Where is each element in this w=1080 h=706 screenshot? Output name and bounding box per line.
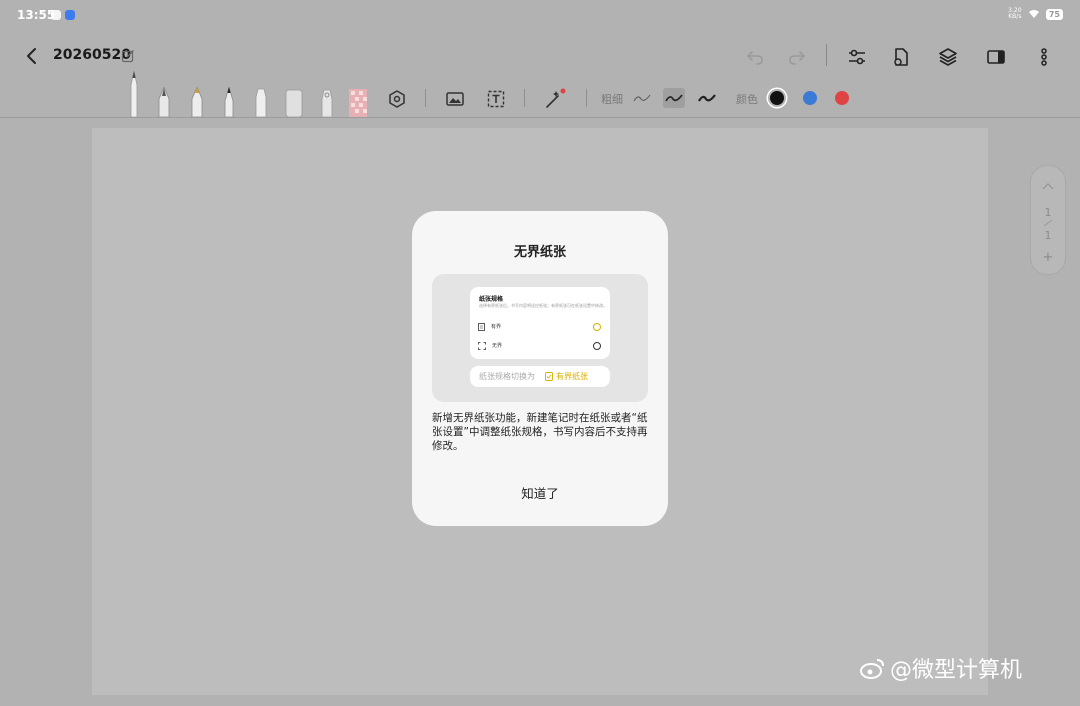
preview-paper-card: 纸张规格 选择有界纸张后，书写内容将适应纸张；有界纸张可在纸张设置中修改。 有界… [470, 287, 610, 359]
got-it-button[interactable]: 知道了 [412, 483, 668, 502]
layers-icon [939, 48, 957, 66]
sliders-icon [849, 49, 865, 65]
drawing-toolbar: 粗细 颜色 [0, 71, 1080, 118]
unselected-radio-icon [593, 342, 601, 350]
app-notification-icon [65, 10, 75, 20]
preview-option-unbounded: 无界 [478, 340, 604, 351]
thick-stroke-option[interactable] [696, 88, 718, 108]
hexagon-shape-icon [389, 90, 405, 108]
document-export-icon [894, 48, 908, 66]
more-options-button[interactable] [1031, 44, 1057, 70]
redo-button[interactable] [784, 44, 810, 70]
settings-button[interactable] [844, 44, 870, 70]
watermark-text: @微型计算机 [890, 658, 1023, 683]
battery-indicator: 75 [1045, 8, 1063, 20]
toolbar-divider [826, 44, 827, 66]
undo-button[interactable] [742, 44, 768, 70]
preview-switch-chip-label: 有界纸张 [556, 372, 588, 381]
preview-switch-bar: 纸张规格切换为 有界纸张 [470, 366, 610, 387]
export-button[interactable] [888, 44, 914, 70]
feature-preview: 纸张规格 选择有界纸张后，书写内容将适应纸张；有界纸张可在纸张设置中修改。 有界… [432, 274, 648, 402]
chevron-up-icon[interactable] [1042, 182, 1054, 190]
selected-radio-icon [593, 323, 601, 331]
sidebar-panel-icon [987, 50, 1005, 64]
note-title[interactable]: 20260520 [53, 47, 131, 63]
preview-switch-text: 纸张规格切换为 [479, 372, 535, 381]
thickness-label: 粗细 [601, 93, 623, 106]
color-swatch-black[interactable] [770, 91, 784, 105]
page-navigator: 1 1 + [1030, 165, 1066, 275]
tool-divider [524, 89, 525, 107]
medium-stroke-icon [665, 94, 683, 102]
expand-frame-icon [478, 341, 486, 350]
thin-stroke-icon [633, 94, 651, 102]
tool-divider [425, 89, 426, 107]
tool-divider [586, 89, 587, 107]
network-speed: 3.20 KB/s [1008, 7, 1022, 20]
insert-image-button[interactable] [444, 88, 466, 110]
thin-stroke-option[interactable] [631, 88, 653, 108]
wifi-icon [1028, 10, 1039, 18]
shape-tool-button[interactable] [386, 88, 408, 110]
thick-stroke-icon [698, 94, 716, 102]
preview-option-unbounded-label: 无界 [492, 343, 503, 349]
weibo-logo-icon [860, 659, 884, 679]
add-page-button[interactable]: + [1031, 250, 1065, 265]
watermark: @微型计算机 [860, 652, 1022, 684]
more-vertical-icon [1041, 48, 1047, 66]
text-box-icon [487, 90, 505, 108]
status-bar: 13:55 3.20 KB/s 75 [0, 0, 1080, 30]
fountain-pen-icon[interactable] [157, 87, 171, 117]
current-page: 1 [1044, 206, 1052, 219]
unbounded-paper-dialog: 无界纸张 纸张规格 选择有界纸张后，书写内容将适应纸张；有界纸张可在纸张设置中修… [412, 211, 668, 526]
layers-button[interactable] [935, 44, 961, 70]
back-arrow-icon[interactable] [22, 46, 42, 66]
dialog-message: 新增无界纸张功能，新建笔记时在纸张或者“纸张设置”中调整纸张规格，书写内容后不支… [432, 412, 648, 452]
preview-card-title: 纸张规格 [479, 296, 504, 303]
lasso-pen-icon[interactable] [319, 89, 335, 117]
preview-switch-chip: 有界纸张 [545, 371, 588, 382]
color-swatch-blue[interactable] [803, 91, 817, 105]
preview-card-description: 选择有界纸张后，书写内容将适应纸张；有界纸张可在纸张设置中修改。 [479, 303, 607, 308]
medium-stroke-option[interactable] [663, 88, 685, 108]
magic-wand-icon [546, 88, 566, 108]
edit-title-icon[interactable] [121, 49, 135, 63]
preview-option-bounded-label: 有界 [491, 324, 502, 330]
app-bar: 20260520 [0, 34, 1080, 80]
notification-icon [51, 10, 61, 20]
redo-icon [789, 51, 805, 65]
pencil-icon[interactable] [190, 87, 204, 117]
status-right: 3.20 KB/s 75 [1008, 8, 1063, 20]
document-icon [478, 322, 485, 331]
washi-tape-icon[interactable] [349, 89, 367, 117]
marker-icon[interactable] [254, 87, 268, 117]
undo-icon [747, 51, 763, 65]
total-pages: 1 [1044, 229, 1052, 242]
preview-option-bounded: 有界 [478, 321, 604, 332]
page-divider-slash [1043, 219, 1053, 227]
color-swatch-red[interactable] [835, 91, 849, 105]
insert-text-button[interactable] [485, 88, 507, 110]
color-label: 颜色 [736, 93, 758, 106]
document-check-icon [545, 372, 553, 381]
image-icon [446, 92, 464, 106]
dialog-title: 无界纸张 [513, 245, 566, 260]
status-time: 13:55 [17, 8, 56, 22]
fineliner-pen-icon[interactable] [223, 87, 235, 117]
eraser-icon[interactable] [285, 89, 303, 117]
ballpoint-pen-icon[interactable] [126, 71, 142, 117]
sidebar-toggle-button[interactable] [983, 44, 1009, 70]
ai-magic-button[interactable] [544, 88, 566, 110]
